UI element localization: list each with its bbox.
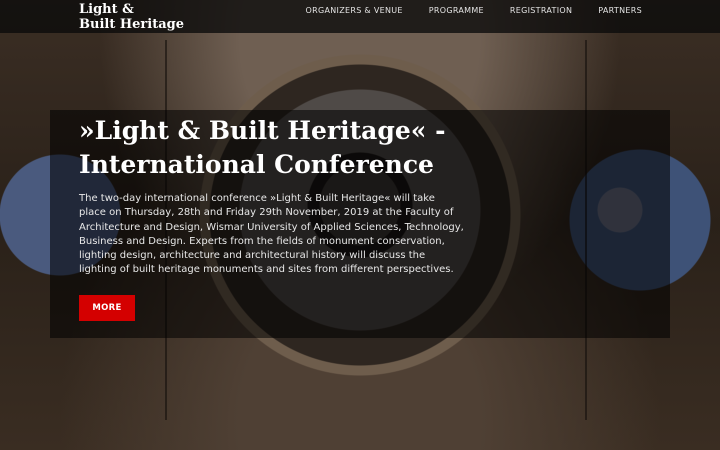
main-nav: ORGANIZERS & VENUE PROGRAMME REGISTRATIO… — [306, 6, 642, 15]
site-logo[interactable]: Light & Built Heritage — [79, 2, 184, 32]
nav-programme[interactable]: PROGRAMME — [429, 6, 484, 15]
nav-partners[interactable]: PARTNERS — [598, 6, 642, 15]
hero-description: The two-day international conference »Li… — [79, 193, 464, 276]
top-navigation-bar: Light & Built Heritage ORGANIZERS & VENU… — [0, 0, 720, 33]
hero-title: »Light & Built Heritage« - International… — [79, 116, 446, 179]
logo-line-2: Built Heritage — [79, 17, 184, 32]
nav-organizers-venue[interactable]: ORGANIZERS & VENUE — [306, 6, 403, 15]
nav-registration[interactable]: REGISTRATION — [510, 6, 572, 15]
more-button[interactable]: MORE — [79, 295, 135, 321]
logo-line-1: Light & — [79, 2, 134, 17]
